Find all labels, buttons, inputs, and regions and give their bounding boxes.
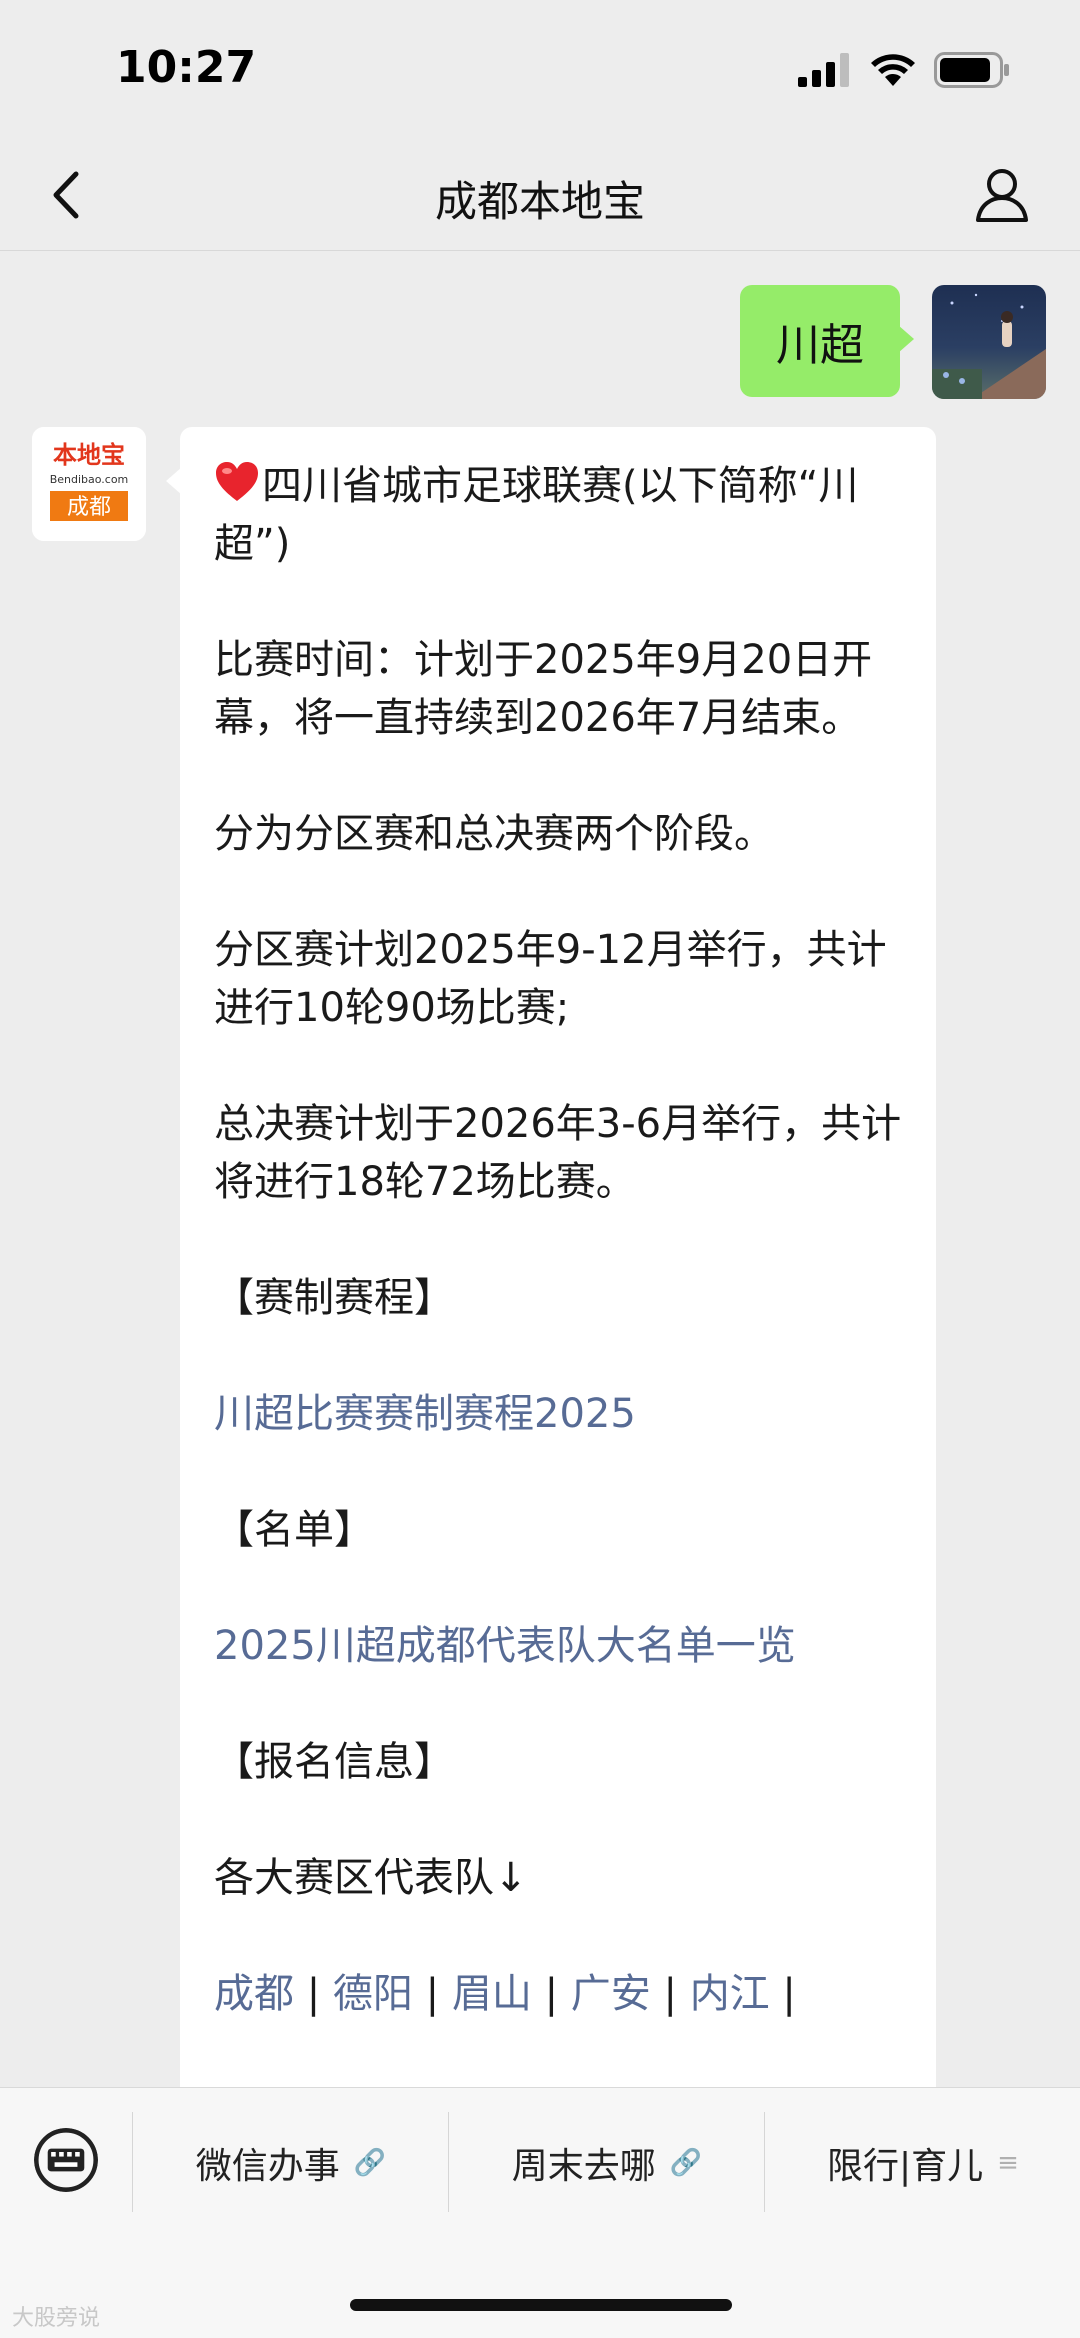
nav-bar: 成都本地宝 — [0, 140, 1080, 251]
logo-site-text: Bendibao.com — [50, 473, 129, 486]
logo-top-text: 本地宝 — [53, 441, 125, 469]
city-separator: | — [663, 1971, 677, 2017]
menu-divider — [132, 2112, 133, 2212]
schedule-link[interactable]: 川超比赛赛制赛程2025 — [214, 1385, 902, 1443]
finals-paragraph: 总决赛计划于2026年3-6月举行，共计将进行18轮72场比赛。 — [214, 1101, 902, 1205]
time-paragraph: 比赛时间：计划于2025年9月20日开幕，将一直持续到2026年7月结束。 — [214, 637, 873, 741]
city-separator: | — [425, 1971, 440, 2017]
user-avatar[interactable] — [932, 285, 1046, 399]
link-icon: 🔗 — [669, 2148, 703, 2178]
city-link-deyang[interactable]: 德阳 — [333, 1971, 413, 2017]
heart-icon — [216, 462, 258, 501]
battery-icon — [934, 52, 1009, 88]
menu-item-weekend[interactable]: 周末去哪 🔗 — [450, 2108, 764, 2218]
profile-icon[interactable] — [970, 162, 1034, 226]
user-message-bubble[interactable]: 川超 — [740, 285, 914, 397]
stages-paragraph: 分为分区赛和总决赛两个阶段。 — [214, 811, 774, 857]
status-bar: 10:27 — [0, 0, 1080, 140]
keyboard-icon[interactable] — [34, 2128, 98, 2192]
menu-divider — [764, 2112, 765, 2212]
signal-icon — [798, 53, 849, 87]
submenu-icon: ≡ — [997, 2148, 1019, 2178]
menu-item-label: 微信办事 — [195, 2146, 340, 2187]
menu-item-traffic-parenting[interactable]: 限行|育儿 ≡ — [766, 2108, 1080, 2218]
menu-item-label: 限行|育儿 — [827, 2146, 984, 2187]
status-icons — [798, 52, 1010, 88]
city-links: 成都 | 德阳 | 眉山 | 广安 | 内江 | — [214, 1965, 902, 2023]
city-link-chengdu[interactable]: 成都 — [214, 1971, 294, 2017]
signup-heading: 【报名信息】 — [214, 1739, 454, 1785]
city-link-meishan[interactable]: 眉山 — [452, 1971, 532, 2017]
link-icon: 🔗 — [353, 2148, 387, 2178]
watermark: 大股旁说 — [12, 2306, 101, 2331]
bendibao-logo: 本地宝 Bendibao.com 成都 — [32, 427, 146, 541]
city-separator: | — [544, 1971, 559, 2017]
status-time: 10:27 — [116, 42, 257, 93]
menu-item-wechat-services[interactable]: 微信办事 🔗 — [134, 2108, 448, 2218]
user-message-text: 川超 — [776, 320, 864, 371]
chat-area[interactable]: 川超 本地宝 Bendibao.com 成都 四川省城市足球联赛(以下简称“川超… — [0, 251, 1080, 2087]
intro-text: 四川省城市足球联赛(以下简称“川超”) — [214, 463, 859, 567]
city-link-neijiang[interactable]: 内江 — [690, 1971, 770, 2017]
division-paragraph: 分区赛计划2025年9-12月举行，共计进行10轮90场比赛; — [214, 927, 887, 1031]
city-link-guangan[interactable]: 广安 — [571, 1971, 651, 2017]
page-title: 成都本地宝 — [434, 177, 645, 226]
menu-divider — [448, 2112, 449, 2212]
roster-heading: 【名单】 — [214, 1507, 374, 1553]
bot-avatar[interactable]: 本地宝 Bendibao.com 成都 — [32, 427, 146, 541]
teams-label: 各大赛区代表队↓ — [214, 1855, 528, 1901]
menu-item-label: 周末去哪 — [511, 2146, 656, 2187]
intro-paragraph: 四川省城市足球联赛(以下简称“川超”) — [214, 457, 902, 573]
wifi-icon — [871, 54, 915, 86]
user-avatar-image — [932, 293, 1046, 399]
home-indicator[interactable] — [350, 2299, 732, 2311]
user-message-row: 川超 — [0, 269, 1080, 399]
bot-message-bubble: 四川省城市足球联赛(以下简称“川超”) 比赛时间：计划于2025年9月20日开幕… — [166, 427, 936, 2087]
city-separator: | — [306, 1971, 321, 2017]
schedule-heading: 【赛制赛程】 — [214, 1275, 454, 1321]
roster-link[interactable]: 2025川超成都代表队大名单一览 — [214, 1617, 902, 1675]
city-separator: | — [782, 1971, 796, 2017]
logo-city-text: 成都 — [67, 495, 111, 520]
